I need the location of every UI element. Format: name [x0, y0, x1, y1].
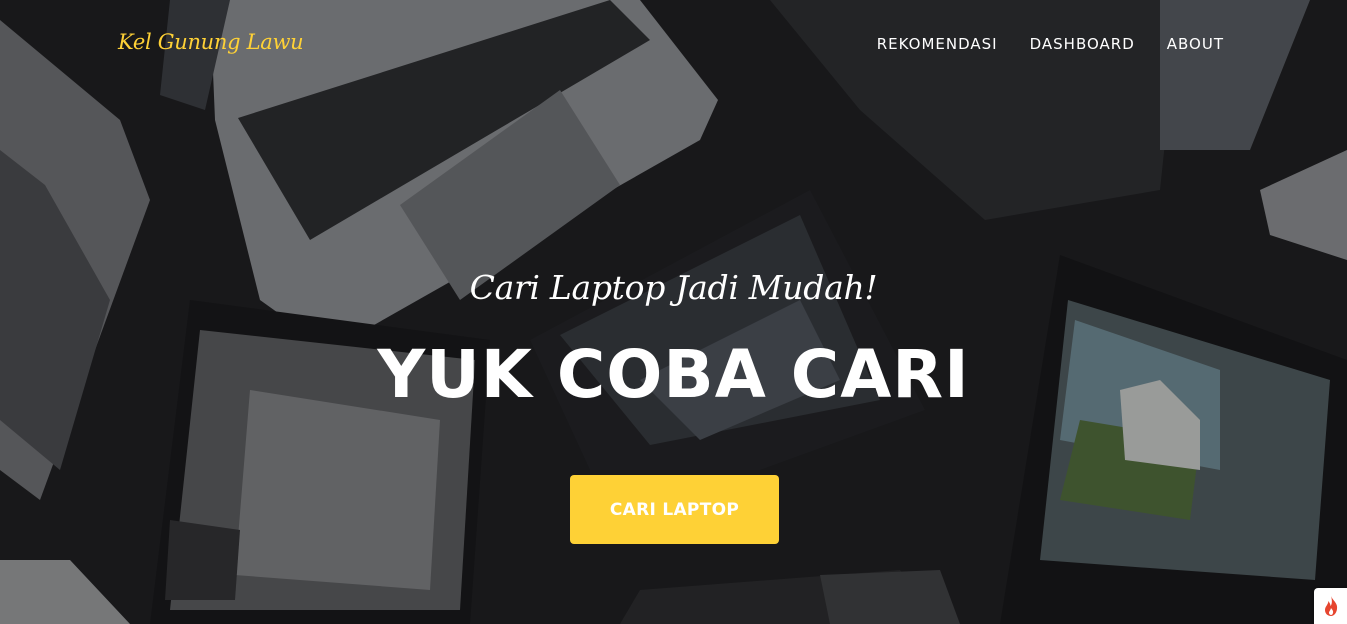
hero-title: YUK COBA CARI [377, 336, 970, 413]
corner-badge[interactable] [1314, 588, 1347, 624]
hero-subtitle: Cari Laptop Jadi Mudah! [469, 268, 878, 307]
nav-link-rekomendasi[interactable]: REKOMENDASI [877, 35, 998, 53]
cari-laptop-button[interactable]: CARI LAPTOP [570, 475, 779, 544]
flame-icon [1324, 596, 1337, 616]
navbar: Kel Gunung Lawu REKOMENDASI DASHBOARD AB… [0, 0, 1347, 92]
nav-link-about[interactable]: ABOUT [1167, 35, 1224, 53]
brand-logo[interactable]: Kel Gunung Lawu [118, 30, 304, 54]
nav-links: REKOMENDASI DASHBOARD ABOUT [877, 35, 1224, 53]
nav-link-dashboard[interactable]: DASHBOARD [1030, 35, 1135, 53]
